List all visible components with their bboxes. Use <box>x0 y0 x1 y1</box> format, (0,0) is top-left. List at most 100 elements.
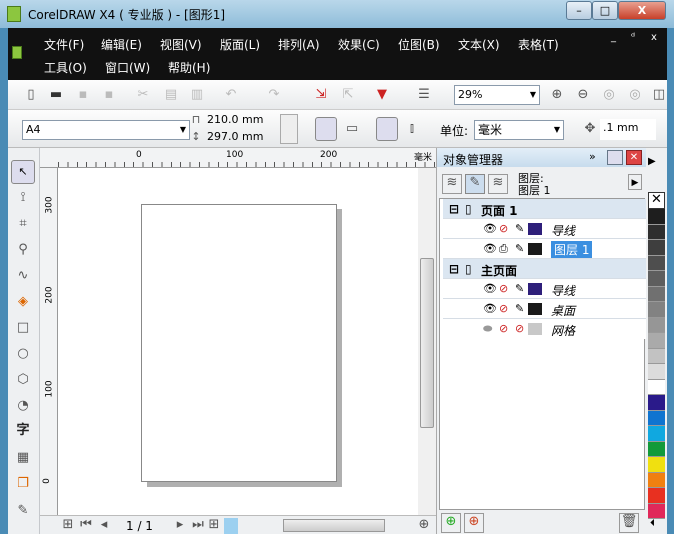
eye-icon[interactable]: 👁 <box>483 282 497 295</box>
hidden-eye-icon[interactable]: ⬬ <box>483 322 492 336</box>
printer-icon[interactable]: ⎙ <box>499 242 508 256</box>
current-page-icon[interactable]: ⫾ <box>404 121 420 137</box>
add-page-after-icon[interactable]: ⊞ <box>206 517 222 533</box>
expand-icon[interactable]: » <box>589 150 596 163</box>
palette-expand-icon[interactable]: ⏴ <box>650 518 655 529</box>
layer-color-swatch[interactable] <box>528 223 542 235</box>
layer-color-swatch[interactable] <box>528 283 542 295</box>
nudge-field[interactable]: .1 mm <box>600 119 656 140</box>
color-swatch[interactable] <box>648 302 665 318</box>
color-swatch[interactable] <box>648 209 665 225</box>
minimize-button[interactable]: – <box>566 1 592 20</box>
tree-page-1[interactable]: ⊟ ▯ 页面 1 <box>443 199 646 219</box>
tree-layer-guides[interactable]: 👁 ⊘ ✎ 导线 <box>443 219 646 239</box>
tree-label-selected[interactable]: 图层 1 <box>551 241 593 258</box>
color-swatch[interactable] <box>648 333 665 349</box>
print-disabled-icon[interactable]: ⊘ <box>499 282 508 295</box>
polygon-tool-icon[interactable]: ⬡ <box>15 372 31 388</box>
show-properties-icon[interactable]: ≋ <box>442 174 462 194</box>
color-swatch[interactable] <box>648 271 665 287</box>
new-layer-icon[interactable]: ⊕ <box>441 513 461 533</box>
eyedropper-icon[interactable]: ✎ <box>15 503 31 519</box>
size-spinner[interactable] <box>280 114 298 144</box>
color-swatch[interactable] <box>648 426 665 442</box>
print-disabled-icon[interactable]: ⊘ <box>499 222 508 235</box>
export-icon[interactable]: ⇱ <box>340 87 356 103</box>
eye-icon[interactable]: 👁 <box>483 302 497 315</box>
color-swatch[interactable] <box>648 240 665 256</box>
ellipse-tool-icon[interactable]: ○ <box>15 346 31 362</box>
layer-manager-view-icon[interactable]: ≋ <box>488 174 508 194</box>
tree-master-desktop[interactable]: 👁 ⊘ ✎ 桌面 <box>443 299 646 319</box>
doc-restore-button[interactable]: ᵈ <box>631 32 635 43</box>
color-swatch[interactable] <box>648 488 665 504</box>
color-swatch[interactable] <box>648 379 665 395</box>
page-width-field[interactable]: 210.0 mm <box>204 112 280 129</box>
layer-color-swatch[interactable] <box>528 243 542 255</box>
docker-close-button[interactable]: ✕ <box>626 150 642 165</box>
horizontal-scroll-thumb[interactable] <box>283 519 385 532</box>
drawing-canvas[interactable] <box>58 168 418 515</box>
landscape-icon[interactable]: ▭ <box>344 121 360 137</box>
edit-icon[interactable]: ✎ <box>515 222 524 235</box>
redo-icon[interactable]: ↷ <box>266 87 282 103</box>
docker-minimize-button[interactable] <box>607 150 623 165</box>
eye-icon[interactable]: 👁 <box>483 222 497 235</box>
menu-file[interactable]: 文件(F) <box>44 36 84 53</box>
delete-icon[interactable]: 🗑 <box>619 513 639 533</box>
color-swatch[interactable] <box>648 457 665 473</box>
shape-tool-icon[interactable]: ⟟ <box>15 190 31 206</box>
zoom-level-select[interactable]: 29% ▼ <box>454 85 540 105</box>
color-swatch[interactable] <box>648 503 665 519</box>
menu-effects[interactable]: 效果(C) <box>338 36 380 53</box>
units-select[interactable]: 毫米 ▼ <box>474 120 564 140</box>
vertical-scrollbar[interactable] <box>418 168 436 515</box>
no-fill-swatch[interactable]: ✕ <box>648 192 665 209</box>
zoom-navigator-icon[interactable]: ⊕ <box>416 517 432 533</box>
menu-arrange[interactable]: 排列(A) <box>278 36 320 53</box>
edit-icon[interactable]: ✎ <box>515 282 524 295</box>
application-launcher-icon[interactable]: ▼ <box>374 87 390 103</box>
interactive-blend-icon[interactable]: ❐ <box>15 476 31 492</box>
zoom-out-icon[interactable]: ⊖ <box>575 87 591 103</box>
options-icon[interactable]: ☰ <box>416 87 432 103</box>
menu-view[interactable]: 视图(V) <box>160 36 202 53</box>
color-swatch[interactable] <box>648 317 665 333</box>
color-swatch[interactable] <box>648 348 665 364</box>
palette-scroll-icon[interactable]: ▶ <box>648 156 656 167</box>
all-pages-button[interactable] <box>376 117 398 141</box>
first-page-icon[interactable]: ⏮ <box>78 517 94 533</box>
new-master-layer-icon[interactable]: ⊕ <box>464 513 484 533</box>
close-button[interactable]: X <box>618 1 666 20</box>
copy-icon[interactable]: ▤ <box>163 87 179 103</box>
paper-size-select[interactable]: A4 ▼ <box>22 120 190 140</box>
add-page-before-icon[interactable]: ⊞ <box>60 517 76 533</box>
flyout-menu-icon[interactable]: ▶ <box>628 174 642 190</box>
menu-layout[interactable]: 版面(L) <box>220 36 260 53</box>
text-tool-icon[interactable]: 字 <box>15 423 31 439</box>
collapse-icon[interactable]: ⊟ <box>449 202 459 216</box>
zoom-selected-icon[interactable]: ◎ <box>601 87 617 103</box>
rectangle-tool-icon[interactable]: □ <box>15 320 31 336</box>
edit-across-layers-icon[interactable]: ✎ <box>465 174 485 194</box>
doc-close-button[interactable]: x <box>651 32 657 43</box>
edit-icon[interactable]: ✎ <box>515 242 524 255</box>
zoom-tool-icon[interactable]: ⚲ <box>15 242 31 258</box>
vertical-ruler[interactable]: 300 200 100 0 <box>40 168 58 515</box>
print-icon[interactable]: ▪ <box>101 87 117 103</box>
print-disabled-icon[interactable]: ⊘ <box>499 302 508 315</box>
freehand-tool-icon[interactable]: ∿ <box>15 268 31 284</box>
print-disabled-icon[interactable]: ⊘ <box>499 322 508 335</box>
color-swatch[interactable] <box>648 472 665 488</box>
layer-color-swatch[interactable] <box>528 303 542 315</box>
zoom-in-icon[interactable]: ⊕ <box>549 87 565 103</box>
smart-fill-icon[interactable]: ◈ <box>15 294 31 310</box>
undo-icon[interactable]: ↶ <box>223 87 239 103</box>
tree-master-guides[interactable]: 👁 ⊘ ✎ 导线 <box>443 279 646 299</box>
last-page-icon[interactable]: ⏭ <box>190 517 206 533</box>
scroll-thumb[interactable] <box>420 258 434 428</box>
page[interactable] <box>141 204 337 482</box>
color-swatch[interactable] <box>648 255 665 271</box>
tree-master-page[interactable]: ⊟ ▯ 主页面 <box>443 259 646 279</box>
import-icon[interactable]: ⇲ <box>313 87 329 103</box>
